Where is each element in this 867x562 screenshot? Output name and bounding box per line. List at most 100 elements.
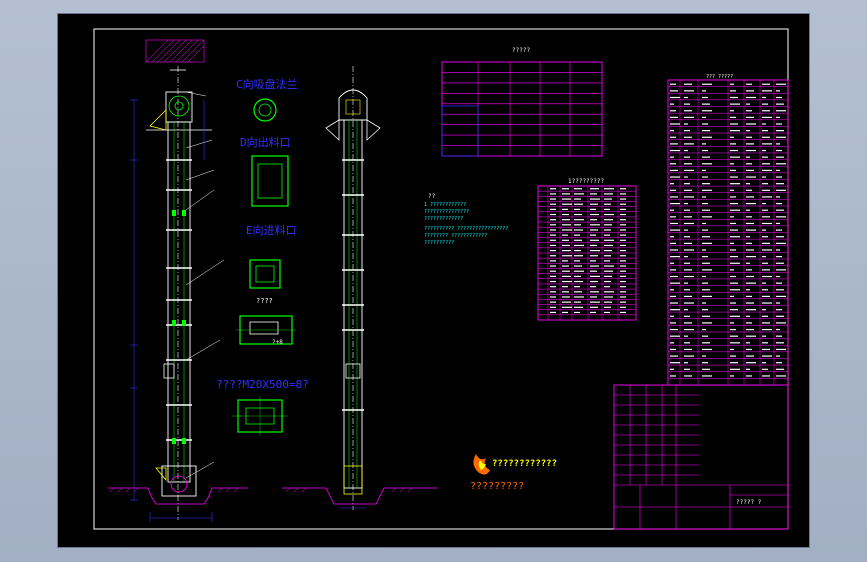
table-cell-mark bbox=[670, 123, 680, 125]
table-cell-mark bbox=[670, 309, 680, 311]
tech-line-4: ?????????? ????????????????? bbox=[424, 226, 508, 232]
detail-views: C向吸盘法兰 D向出料口 E向进料口 ???? ?+8 ????M20X500=… bbox=[216, 77, 309, 436]
table-cell-mark bbox=[702, 375, 712, 377]
table-cell-mark bbox=[746, 116, 754, 118]
table-cell-mark bbox=[746, 143, 754, 145]
table-cell-mark bbox=[684, 368, 690, 370]
table-cell-mark bbox=[746, 103, 750, 105]
table-cell-mark bbox=[776, 282, 782, 284]
table-cell-mark bbox=[684, 130, 690, 132]
table-cell-mark bbox=[762, 156, 768, 158]
table-cell-mark bbox=[684, 90, 694, 92]
table-cell-mark bbox=[746, 249, 754, 251]
table-cell-mark bbox=[684, 176, 688, 178]
table-cell-mark bbox=[746, 315, 750, 317]
table-cell-mark bbox=[550, 301, 556, 303]
cad-viewport: C向吸盘法兰 D向出料口 E向进料口 ???? ?+8 ????M20X500=… bbox=[0, 0, 867, 562]
table-cell-mark bbox=[746, 362, 756, 364]
table-cell-mark bbox=[590, 260, 596, 262]
table-cell-mark bbox=[776, 335, 782, 337]
table-cell-mark bbox=[762, 169, 772, 172]
table-cell-mark bbox=[574, 244, 584, 247]
table-cell-mark bbox=[590, 208, 596, 210]
table-cell-mark bbox=[550, 203, 556, 205]
table-cell-mark bbox=[730, 156, 740, 158]
title-block: ????? ? bbox=[613, 384, 789, 530]
table-cell-mark bbox=[746, 262, 750, 264]
table-cell-mark bbox=[702, 282, 708, 284]
table-cell-mark bbox=[562, 311, 568, 314]
table-cell-mark bbox=[604, 296, 613, 298]
table-cell-mark bbox=[684, 209, 690, 211]
table-cell-mark bbox=[670, 269, 676, 271]
table-cell-mark bbox=[746, 169, 754, 172]
table-cell-mark bbox=[590, 275, 600, 277]
table-cell-mark bbox=[670, 315, 674, 317]
table-cell-mark bbox=[776, 96, 782, 99]
table-cell-mark bbox=[620, 208, 626, 210]
table-cell-mark bbox=[620, 250, 626, 252]
table-cell-mark bbox=[604, 311, 610, 314]
table-cell-mark bbox=[762, 348, 770, 351]
table-cell-mark bbox=[730, 229, 738, 231]
table-cell-mark bbox=[746, 209, 750, 211]
table-cell-mark bbox=[550, 255, 556, 257]
table-cell-mark bbox=[620, 224, 626, 226]
table-cell-mark bbox=[730, 176, 738, 178]
table-cell-mark bbox=[702, 123, 708, 125]
table-cell-mark bbox=[604, 255, 611, 257]
bill-of-materials: ??? ????? bbox=[667, 74, 789, 386]
table-cell-mark bbox=[562, 234, 568, 236]
table-cell-mark bbox=[776, 302, 780, 304]
table-cell-mark bbox=[562, 306, 572, 308]
table-cell-mark bbox=[684, 322, 692, 324]
table-cell-mark bbox=[684, 242, 692, 244]
table-cell-mark bbox=[730, 149, 738, 152]
table-cell-mark bbox=[670, 169, 678, 172]
drawing-canvas[interactable]: C向吸盘法兰 D向出料口 E向进料口 ???? ?+8 ????M20X500=… bbox=[0, 0, 867, 562]
dim-note: ?+8 bbox=[272, 339, 283, 346]
table-cell-mark bbox=[730, 282, 738, 284]
table-cell-mark bbox=[702, 176, 708, 178]
table-cell-mark bbox=[762, 362, 766, 364]
table-cell-mark bbox=[746, 322, 752, 324]
table-cell-mark bbox=[746, 309, 756, 311]
table-cell-mark bbox=[702, 242, 712, 244]
table-cell-mark bbox=[776, 116, 780, 118]
table-cell-mark bbox=[670, 183, 674, 185]
table-cell-mark bbox=[574, 229, 583, 231]
table-cell-mark bbox=[670, 328, 678, 331]
table-cell-mark bbox=[702, 163, 712, 165]
table-cell-mark bbox=[762, 183, 768, 185]
table-cell-mark bbox=[776, 229, 782, 231]
table-cell-mark bbox=[730, 322, 734, 324]
table-cell-mark bbox=[562, 260, 568, 262]
table-cell-mark bbox=[762, 163, 770, 165]
table-cell-mark bbox=[590, 213, 599, 216]
table-cell-mark bbox=[730, 295, 734, 298]
table-cell-mark bbox=[550, 306, 556, 308]
table-cell-mark bbox=[762, 236, 768, 238]
table-cell-mark bbox=[730, 96, 738, 99]
table-cell-mark bbox=[604, 291, 614, 293]
table-cell-mark bbox=[620, 270, 626, 272]
table-cell-mark bbox=[684, 216, 692, 218]
table-cell-mark bbox=[684, 355, 694, 357]
table-cell-mark bbox=[684, 375, 692, 377]
table-cell-mark bbox=[590, 311, 596, 314]
table-cell-mark bbox=[604, 239, 614, 241]
table-cell-mark bbox=[730, 103, 740, 105]
table-cell-mark bbox=[730, 375, 734, 377]
table-cell-mark bbox=[746, 269, 752, 271]
parts-table: 1????????? bbox=[537, 178, 637, 321]
table-cell-mark bbox=[550, 265, 556, 267]
table-cell-mark bbox=[776, 242, 786, 244]
table-cell-mark bbox=[730, 222, 736, 225]
table-cell-mark bbox=[590, 286, 596, 288]
table-cell-mark bbox=[776, 83, 786, 85]
table-cell-mark bbox=[746, 216, 752, 218]
table-cell-mark bbox=[776, 315, 784, 317]
table-cell-mark bbox=[702, 143, 706, 145]
table-cell-mark bbox=[762, 309, 766, 311]
mid-port-title: D向出料口 bbox=[240, 135, 291, 149]
